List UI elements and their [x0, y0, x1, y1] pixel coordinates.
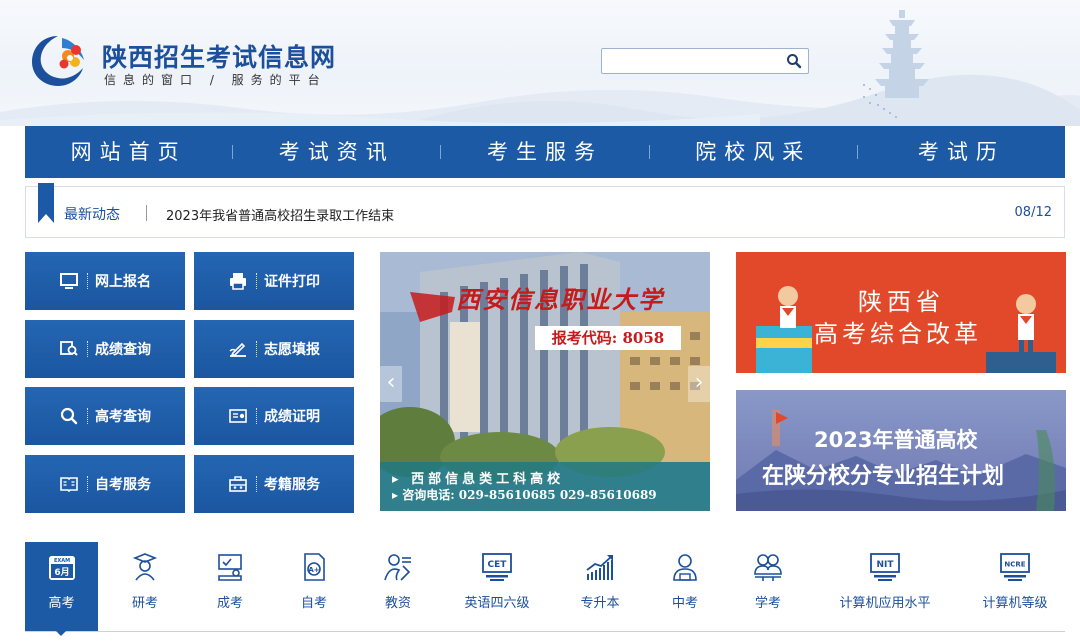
- service-application-filling-button[interactable]: 志愿填报: [194, 320, 354, 378]
- carousel-prev-arrow[interactable]: ‹: [380, 366, 402, 402]
- tab-label: 成考: [216, 596, 243, 611]
- adult-exam-icon: [218, 554, 242, 581]
- news-date: 08/12: [1014, 205, 1052, 220]
- service-score-query-button[interactable]: 成绩查询: [25, 320, 185, 378]
- sign-pen-icon: [229, 342, 246, 357]
- service-online-registration-button[interactable]: 网上报名: [25, 252, 185, 310]
- header: 陕西招生考试信息网 信息的窗口 / 服务的平台: [0, 0, 1080, 126]
- ncre-icon: NCRE: [1000, 553, 1030, 581]
- nav-item-home[interactable]: 网站首页: [25, 126, 232, 178]
- svg-text:NCRE: NCRE: [1004, 561, 1025, 569]
- graduate-icon: [132, 553, 158, 581]
- service-label: 志愿填报: [264, 342, 320, 358]
- tab-graduate-exam[interactable]: 研考: [110, 542, 180, 631]
- news-headline-link[interactable]: 2023年我省普通高校招生录取工作结束: [166, 205, 394, 224]
- calendar-exam-icon: EXAM 6月: [48, 556, 75, 580]
- tab-label: 计算机应用水平: [839, 596, 931, 611]
- site-logo-icon: [32, 36, 84, 86]
- service-student-records-button[interactable]: 考籍服务: [194, 455, 354, 513]
- enrollment-plan-banner-line2: 在陕分校分专业招生计划: [762, 464, 1005, 489]
- service-label: 证件打印: [264, 274, 320, 290]
- service-label: 考籍服务: [264, 477, 320, 493]
- tab-academic-test[interactable]: 学考: [733, 542, 803, 631]
- score-search-icon: [60, 341, 78, 356]
- nav-item-exam-calendar[interactable]: 考试历: [858, 126, 1065, 178]
- tab-label: 学考: [754, 596, 781, 611]
- tab-label: 计算机等级: [982, 596, 1048, 611]
- tab-label: 专升本: [580, 596, 620, 611]
- tab-label: 英语四六级: [464, 596, 530, 611]
- tab-teacher-qualification[interactable]: 教资: [363, 542, 433, 631]
- latest-news-bar: 最新动态 2023年我省普通高校招生录取工作结束 08/12: [25, 183, 1065, 238]
- nav-item-colleges[interactable]: 院校风采: [650, 126, 857, 178]
- service-label: 成绩查询: [95, 342, 151, 358]
- featured-carousel[interactable]: 西安信息职业大学 报考代码: 8058 ▸ 西部信息类工科高校 ▸ 咨询电话: …: [380, 252, 710, 511]
- briefcase-icon: [229, 476, 247, 492]
- svg-text:EXAM: EXAM: [53, 558, 69, 564]
- academic-icon: [754, 554, 782, 581]
- nav-item-candidate-services[interactable]: 考生服务: [441, 126, 648, 178]
- active-tab-pointer: [55, 630, 67, 636]
- service-label: 自考服务: [95, 477, 151, 493]
- monitor-icon: [60, 273, 78, 289]
- tab-zhongkao[interactable]: 中考: [650, 542, 720, 631]
- exam-category-tabs: EXAM 6月 高考 研考 成考 A+ 自考 教资 CET 英语四六级 专升本 …: [25, 542, 1065, 636]
- tab-self-exam[interactable]: A+ 自考: [279, 542, 349, 631]
- main-nav: 网站首页 考试资讯 考生服务 院校风采 考试历: [25, 126, 1065, 178]
- service-label: 成绩证明: [264, 409, 320, 425]
- tab-label: 中考: [671, 596, 698, 611]
- tab-computer-application-level[interactable]: NIT 计算机应用水平: [830, 542, 940, 631]
- site-slogan: 信息的窗口 / 服务的平台: [104, 73, 327, 87]
- carousel-caption-line2: ▸ 咨询电话: 029-85610685 029-85610689: [392, 488, 657, 502]
- page: 陕西招生考试信息网 信息的窗口 / 服务的平台 网站首页 考试资讯 考生服务 院…: [0, 0, 1080, 642]
- svg-text:CET: CET: [488, 560, 508, 570]
- tab-adult-exam[interactable]: 成考: [195, 542, 265, 631]
- cet-icon: CET: [482, 553, 512, 581]
- tab-label: 自考: [300, 596, 327, 611]
- news-divider: [146, 205, 147, 221]
- certificate-icon: [229, 409, 247, 423]
- service-gaokao-query-button[interactable]: 高考查询: [25, 387, 185, 445]
- svg-text:NIT: NIT: [876, 560, 894, 570]
- news-label: 最新动态: [64, 207, 120, 223]
- tab-cet[interactable]: CET 英语四六级: [457, 542, 537, 631]
- svg-text:6月: 6月: [54, 567, 69, 578]
- pagoda-decoration-icon: [863, 10, 929, 118]
- search-box: [601, 48, 809, 74]
- book-icon: [60, 477, 78, 493]
- tab-label: 高考: [48, 596, 75, 611]
- enrollment-plan-banner[interactable]: 2023年普通高校 在陕分校分专业招生计划: [736, 390, 1066, 511]
- carousel-next-arrow[interactable]: ›: [688, 366, 710, 402]
- tab-computer-rank-exam[interactable]: NCRE 计算机等级: [970, 542, 1060, 631]
- service-score-certificate-button[interactable]: 成绩证明: [194, 387, 354, 445]
- reform-banner-line1: 陕西省: [858, 288, 945, 316]
- nav-item-exam-news[interactable]: 考试资讯: [233, 126, 440, 178]
- carousel-caption-line1: ▸ 西部信息类工科高校: [392, 472, 565, 487]
- self-exam-icon: A+: [304, 553, 325, 581]
- reform-banner[interactable]: 陕西省 高考综合改革: [736, 252, 1066, 373]
- service-label: 高考查询: [95, 409, 151, 425]
- search-icon[interactable]: [786, 53, 802, 69]
- tab-upgrade-to-bachelor[interactable]: 专升本: [565, 542, 635, 631]
- svg-text:A+: A+: [308, 566, 319, 574]
- search-icon: [60, 407, 78, 425]
- bookmark-icon: [38, 183, 54, 223]
- service-label: 网上报名: [95, 274, 151, 290]
- student-icon: [673, 554, 697, 581]
- growth-chart-icon: [586, 555, 613, 580]
- nit-icon: NIT: [870, 553, 900, 581]
- tab-label: 教资: [384, 596, 411, 611]
- teacher-icon: [384, 554, 411, 581]
- service-document-print-button[interactable]: 证件打印: [194, 252, 354, 310]
- printer-icon: [230, 273, 246, 290]
- reform-banner-line2: 高考综合改革: [814, 320, 982, 348]
- site-title: 陕西招生考试信息网: [102, 43, 337, 72]
- search-input[interactable]: [602, 49, 782, 73]
- carousel-title: 西安信息职业大学: [456, 285, 664, 314]
- service-self-study-exam-button[interactable]: 自考服务: [25, 455, 185, 513]
- tab-label: 研考: [131, 596, 158, 611]
- enrollment-plan-banner-line1: 2023年普通高校: [814, 428, 978, 452]
- carousel-application-code: 报考代码: 8058: [535, 326, 681, 350]
- tab-gaokao[interactable]: EXAM 6月 高考: [25, 542, 98, 636]
